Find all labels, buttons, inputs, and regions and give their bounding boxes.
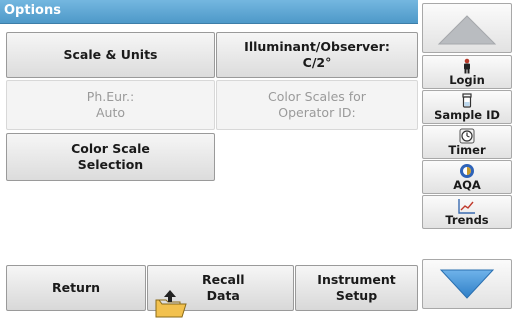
scroll-up-button[interactable] [422, 3, 512, 53]
illuminant-observer-label: Illuminant/Observer: C/2° [244, 39, 390, 70]
login-button[interactable]: Login [422, 55, 512, 89]
instrument-setup-label: Instrument Setup [317, 272, 396, 303]
illuminant-observer-button[interactable]: Illuminant/Observer: C/2° [216, 32, 418, 78]
timer-icon [423, 128, 511, 144]
recall-data-label: Recall Data [202, 272, 245, 303]
aqa-label: AQA [453, 178, 481, 192]
page-title: Options [4, 3, 61, 18]
return-label: Return [51, 280, 101, 295]
trends-chart-icon [423, 198, 511, 214]
login-label: Login [449, 73, 485, 87]
trends-button[interactable]: Trends [422, 195, 512, 229]
recall-data-button[interactable]: Recall Data [147, 265, 294, 318]
sample-vial-icon [423, 93, 511, 109]
color-scales-operator-button: Color Scales for Operator ID: [216, 80, 418, 130]
instrument-setup-button[interactable]: Instrument Setup [295, 265, 418, 311]
folder-upload-icon [154, 272, 188, 318]
arrow-up-icon [437, 15, 497, 45]
sample-id-button[interactable]: Sample ID [422, 90, 512, 124]
scale-units-label: Scale & Units [63, 47, 158, 62]
color-scale-selection-button[interactable]: Color Scale Selection [6, 133, 215, 181]
title-bar: Options [0, 0, 418, 24]
ph-eur-button: Ph.Eur.: Auto [6, 80, 215, 130]
scroll-down-button[interactable] [422, 259, 512, 309]
return-button[interactable]: Return [6, 265, 146, 311]
aqa-icon [423, 163, 511, 179]
timer-button[interactable]: Timer [422, 125, 512, 159]
sample-id-label: Sample ID [434, 108, 500, 122]
person-icon [423, 58, 511, 74]
ph-eur-label: Ph.Eur.: Auto [86, 89, 135, 120]
color-scale-selection-label: Color Scale Selection [71, 141, 150, 172]
options-screen: Options Scale & Units Illuminant/Observe… [0, 0, 517, 318]
aqa-button[interactable]: AQA [422, 160, 512, 194]
scale-units-button[interactable]: Scale & Units [6, 32, 215, 78]
timer-label: Timer [448, 143, 486, 157]
arrow-down-icon [439, 269, 495, 299]
color-scales-operator-label: Color Scales for Operator ID: [268, 89, 366, 120]
trends-label: Trends [445, 213, 489, 227]
